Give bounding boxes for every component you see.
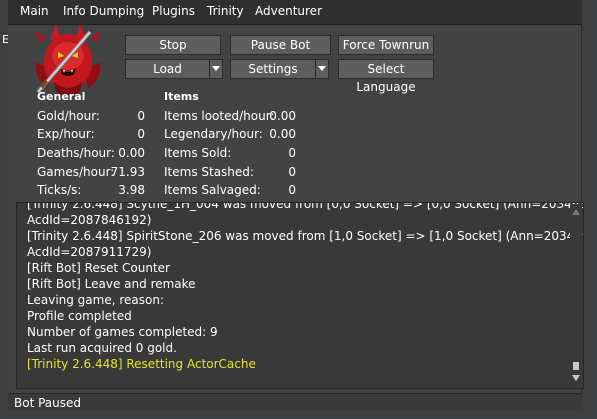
load-button[interactable]: Load bbox=[125, 59, 210, 79]
items-stashed-label: Items Stashed: bbox=[164, 165, 254, 179]
deaths-per-hour-value: 0.00 bbox=[118, 146, 145, 160]
legendary-per-hour-value: 0.00 bbox=[269, 127, 296, 141]
demon-logo bbox=[34, 24, 102, 95]
scroll-down-icon[interactable] bbox=[572, 375, 580, 381]
scroll-thumb[interactable] bbox=[573, 362, 579, 370]
chevron-down-icon bbox=[212, 66, 220, 71]
stop-button[interactable]: Stop bbox=[125, 35, 221, 55]
exp-per-hour-value: 0 bbox=[137, 127, 145, 141]
log-line: Number of games completed: 9 bbox=[27, 325, 218, 339]
games-per-hour-label: Games/hour: bbox=[37, 165, 115, 179]
pause-bot-button[interactable]: Pause Bot bbox=[230, 35, 331, 55]
general-section-title: General bbox=[37, 90, 86, 103]
items-sold-value: 0 bbox=[288, 146, 296, 160]
menu-plugins[interactable]: Plugins bbox=[152, 4, 195, 18]
app-window: Main Info Dumping Plugins Trinity Advent… bbox=[8, 0, 584, 411]
menu-main[interactable]: Main bbox=[20, 4, 49, 18]
games-per-hour-value: 71.93 bbox=[110, 165, 145, 179]
gold-per-hour-label: Gold/hour: bbox=[37, 109, 100, 123]
log-line: Last run acquired 0 gold. bbox=[27, 341, 177, 355]
log-line-highlight: [Trinity 2.6.448] Resetting ActorCache bbox=[27, 357, 256, 371]
legendary-per-hour-label: Legendary/hour: bbox=[164, 127, 263, 141]
items-section-title: Items bbox=[164, 90, 199, 103]
log-line: [Trinity 2.6.448] SpiritStone_206 was mo… bbox=[27, 229, 584, 243]
log-line: Profile completed bbox=[27, 309, 132, 323]
settings-dropdown-button[interactable] bbox=[315, 59, 329, 79]
gold-per-hour-value: 0 bbox=[137, 109, 145, 123]
menu-info-dumping[interactable]: Info Dumping bbox=[63, 4, 144, 18]
load-dropdown-button[interactable] bbox=[209, 59, 223, 79]
select-language-button[interactable]: Select Language bbox=[338, 59, 434, 94]
ticks-per-second-value: 3.98 bbox=[118, 183, 145, 197]
log-line: [Trinity 2.6.448] Scythe_1H_004 was move… bbox=[27, 202, 584, 211]
log-scrollbar[interactable] bbox=[570, 204, 582, 387]
chevron-down-icon bbox=[318, 66, 326, 71]
scroll-up-icon[interactable] bbox=[572, 209, 580, 215]
menu-adventurer[interactable]: Adventurer bbox=[255, 4, 322, 18]
status-text: Bot Paused bbox=[14, 396, 82, 410]
items-sold-label: Items Sold: bbox=[164, 146, 232, 160]
ticks-per-second-label: Ticks/s: bbox=[37, 183, 82, 197]
log-line: [Rift Bot] Reset Counter bbox=[27, 261, 170, 275]
items-looted-per-hour-value: 0.00 bbox=[269, 109, 296, 123]
force-townrun-button[interactable]: Force Townrun bbox=[338, 35, 434, 55]
items-stashed-value: 0 bbox=[288, 165, 296, 179]
items-salvaged-label: Items Salvaged: bbox=[164, 183, 261, 197]
log-line: [Rift Bot] Leave and remake bbox=[27, 277, 196, 291]
status-bar: Bot Paused bbox=[8, 393, 582, 411]
log-line: AcdId=2087846192) bbox=[27, 213, 152, 227]
deaths-per-hour-label: Deaths/hour: bbox=[37, 146, 115, 160]
log-line: AcdId=2087911729) bbox=[27, 245, 152, 259]
exp-per-hour-label: Exp/hour: bbox=[37, 127, 95, 141]
log-line: Leaving game, reason: bbox=[27, 293, 165, 307]
settings-button[interactable]: Settings bbox=[230, 59, 316, 79]
menu-trinity[interactable]: Trinity bbox=[207, 4, 244, 18]
items-salvaged-value: 0 bbox=[288, 183, 296, 197]
log-output[interactable]: [Trinity 2.6.448] Scythe_1H_004 was move… bbox=[16, 202, 584, 389]
